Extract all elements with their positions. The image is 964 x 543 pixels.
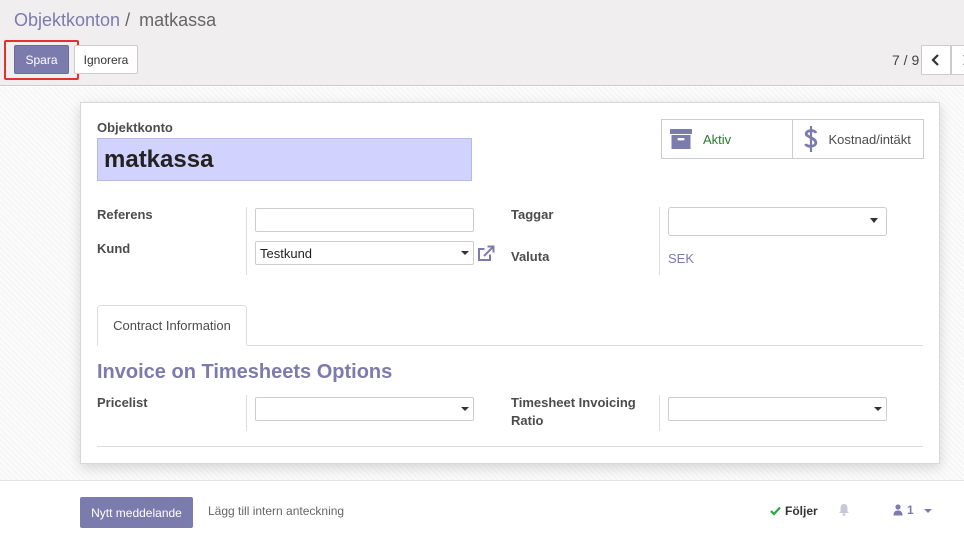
name-input[interactable]: matkassa [97, 138, 472, 181]
right-group-separator [659, 207, 660, 275]
invoicing-ratio-label-line-1: Timesheet Invoicing [511, 395, 636, 410]
section-divider [97, 446, 923, 447]
pager-next-button[interactable] [951, 45, 964, 75]
external-link-icon[interactable] [476, 244, 496, 264]
breadcrumb-separator: / [125, 10, 131, 30]
follow-button[interactable]: Följer [770, 504, 818, 518]
pricelist-select[interactable] [255, 397, 474, 421]
caret-down-icon [461, 251, 469, 255]
user-icon [893, 504, 903, 516]
caret-down-icon [923, 508, 932, 513]
breadcrumb-parent-link[interactable]: Objektkonton [14, 10, 120, 30]
caret-down-icon [874, 407, 882, 411]
chatter: Nytt meddelande Lägg till intern anteckn… [0, 480, 964, 543]
tab-contract-information[interactable]: Contract Information [97, 305, 247, 346]
chevron-left-icon [931, 54, 939, 66]
customer-value: Testkund [260, 245, 313, 261]
log-note-link[interactable]: Lägg till intern anteckning [208, 504, 344, 518]
form-sheet: Objektkonto matkassa Aktiv Kostnad/intäk… [80, 102, 940, 464]
notification-settings-button[interactable] [838, 503, 850, 519]
breadcrumb-current: matkassa [139, 10, 217, 30]
customer-select[interactable]: Testkund [255, 241, 474, 265]
customer-label: Kund [97, 241, 131, 256]
reference-label: Referens [97, 207, 153, 222]
check-icon [770, 506, 781, 516]
name-label: Objektkonto [97, 120, 173, 135]
smart-button-box: Aktiv Kostnad/intäkt [661, 119, 924, 159]
invoicing-ratio-separator [659, 395, 660, 431]
save-button[interactable]: Spara [14, 45, 69, 74]
follow-label: Följer [785, 504, 818, 518]
caret-down-icon [461, 407, 469, 411]
active-label: Aktiv [703, 131, 732, 147]
caret-down-icon [870, 218, 878, 223]
control-panel: Objektkonton / matkassa Spara Ignorera 7 /… [0, 0, 964, 86]
tags-select[interactable] [668, 207, 887, 236]
pricelist-separator [246, 395, 247, 431]
pricelist-label: Pricelist [97, 395, 148, 410]
invoicing-ratio-label: Timesheet Invoicing Ratio [511, 395, 636, 428]
invoicing-ratio-select[interactable] [668, 397, 887, 421]
new-message-button[interactable]: Nytt meddelande [80, 497, 193, 528]
section-title: Invoice on Timesheets Options [97, 361, 393, 383]
pager-value[interactable]: 7 / 9 [892, 52, 919, 68]
followers-count: 1 [907, 503, 914, 517]
tags-label: Taggar [511, 207, 554, 222]
dollar-icon [803, 126, 817, 152]
archive-icon [670, 129, 692, 149]
currency-value: SEK [668, 251, 695, 266]
reference-input[interactable] [255, 208, 474, 232]
followers-button[interactable]: 1 [893, 503, 932, 517]
discard-button[interactable]: Ignorera [74, 45, 138, 74]
pager-previous-button[interactable] [921, 45, 951, 75]
currency-label: Valuta [511, 249, 550, 264]
left-group-separator [246, 207, 247, 275]
breadcrumb: Objektkonton / matkassa [14, 10, 216, 31]
invoicing-ratio-label-line-2: Ratio [511, 413, 544, 428]
cost-revenue-button[interactable]: Kostnad/intäkt [793, 120, 924, 158]
active-toggle-button[interactable]: Aktiv [662, 120, 793, 158]
cost-revenue-label: Kostnad/intäkt [828, 131, 911, 147]
bell-icon [839, 504, 849, 516]
